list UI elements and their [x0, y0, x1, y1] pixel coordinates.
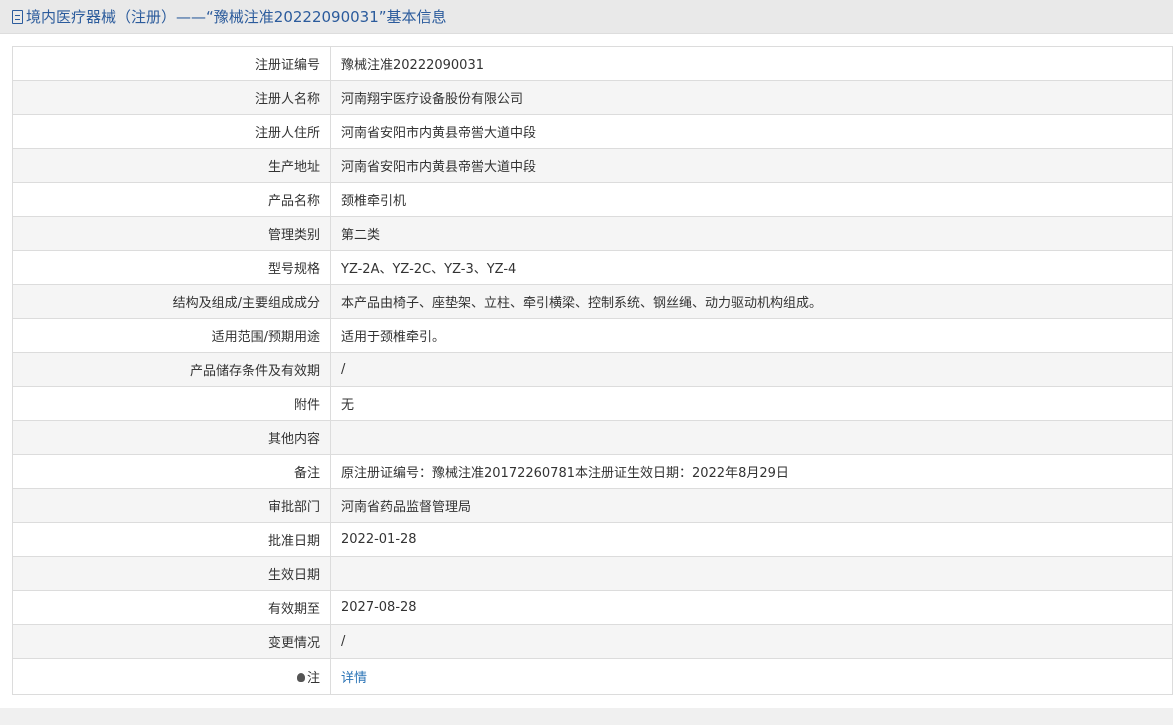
row-label: 变更情况 — [12, 624, 331, 659]
row-value — [330, 556, 1173, 591]
row-value: / — [330, 624, 1173, 659]
table-row: 产品储存条件及有效期 / — [12, 352, 1173, 387]
row-label: 备注 — [12, 454, 331, 489]
row-label: 批准日期 — [12, 522, 331, 557]
note-value-cell: 详情 — [330, 658, 1173, 695]
table-row: 备注 原注册证编号：豫械注准20172260781本注册证生效日期：2022年8… — [12, 454, 1173, 489]
table-row: 结构及组成/主要组成成分 本产品由椅子、座垫架、立柱、牵引横梁、控制系统、钢丝绳… — [12, 284, 1173, 319]
table-row: 管理类别 第二类 — [12, 216, 1173, 251]
page-header: 境内医疗器械（注册）——“豫械注准20222090031”基本信息 — [0, 0, 1173, 34]
table-row: 注册证编号 豫械注准20222090031 — [12, 46, 1173, 81]
row-value: 河南省药品监督管理局 — [330, 488, 1173, 523]
row-label: 附件 — [12, 386, 331, 421]
row-label: 生效日期 — [12, 556, 331, 591]
row-value — [330, 420, 1173, 455]
row-label: 适用范围/预期用途 — [12, 318, 331, 353]
row-value: YZ-2A、YZ-2C、YZ-3、YZ-4 — [330, 250, 1173, 285]
row-label: 型号规格 — [12, 250, 331, 285]
row-value: 2022-01-28 — [330, 522, 1173, 557]
table-row: 有效期至 2027-08-28 — [12, 590, 1173, 625]
info-table: 注册证编号 豫械注准20222090031 注册人名称 河南翔宇医疗设备股份有限… — [12, 46, 1173, 695]
table-row: 注册人住所 河南省安阳市内黄县帝喾大道中段 — [12, 114, 1173, 149]
row-label: 注册证编号 — [12, 46, 331, 81]
row-value: 本产品由椅子、座垫架、立柱、牵引横梁、控制系统、钢丝绳、动力驱动机构组成。 — [330, 284, 1173, 319]
row-value: 第二类 — [330, 216, 1173, 251]
row-label: 审批部门 — [12, 488, 331, 523]
row-value: 河南省安阳市内黄县帝喾大道中段 — [330, 114, 1173, 149]
table-row: 注册人名称 河南翔宇医疗设备股份有限公司 — [12, 80, 1173, 115]
table-row: 适用范围/预期用途 适用于颈椎牵引。 — [12, 318, 1173, 353]
note-row: 注 详情 — [12, 658, 1173, 695]
table-row: 其他内容 — [12, 420, 1173, 455]
row-label: 有效期至 — [12, 590, 331, 625]
row-label: 结构及组成/主要组成成分 — [12, 284, 331, 319]
row-label: 其他内容 — [12, 420, 331, 455]
document-icon — [12, 9, 23, 24]
row-value: / — [330, 352, 1173, 387]
row-label: 管理类别 — [12, 216, 331, 251]
row-value: 河南翔宇医疗设备股份有限公司 — [330, 80, 1173, 115]
row-label: 生产地址 — [12, 148, 331, 183]
row-value: 2027-08-28 — [330, 590, 1173, 625]
row-label: 注册人住所 — [12, 114, 331, 149]
table-row: 变更情况 / — [12, 624, 1173, 659]
table-row: 生产地址 河南省安阳市内黄县帝喾大道中段 — [12, 148, 1173, 183]
row-value: 豫械注准20222090031 — [330, 46, 1173, 81]
row-value: 颈椎牵引机 — [330, 182, 1173, 217]
page-title: 境内医疗器械（注册）——“豫械注准20222090031”基本信息 — [26, 8, 447, 26]
row-value: 适用于颈椎牵引。 — [330, 318, 1173, 353]
table-row: 产品名称 颈椎牵引机 — [12, 182, 1173, 217]
note-label-cell: 注 — [12, 658, 331, 695]
lightbulb-icon — [296, 673, 305, 682]
table-row: 附件 无 — [12, 386, 1173, 421]
row-value: 无 — [330, 386, 1173, 421]
table-row: 批准日期 2022-01-28 — [12, 522, 1173, 557]
note-label: 注 — [306, 671, 320, 686]
bottom-strip — [0, 708, 1173, 725]
table-row: 型号规格 YZ-2A、YZ-2C、YZ-3、YZ-4 — [12, 250, 1173, 285]
table-row: 生效日期 — [12, 556, 1173, 591]
row-label: 产品储存条件及有效期 — [12, 352, 331, 387]
row-label: 产品名称 — [12, 182, 331, 217]
table-row: 审批部门 河南省药品监督管理局 — [12, 488, 1173, 523]
row-value: 原注册证编号：豫械注准20172260781本注册证生效日期：2022年8月29… — [330, 454, 1173, 489]
row-label: 注册人名称 — [12, 80, 331, 115]
details-link[interactable]: 详情 — [341, 671, 367, 686]
row-value: 河南省安阳市内黄县帝喾大道中段 — [330, 148, 1173, 183]
